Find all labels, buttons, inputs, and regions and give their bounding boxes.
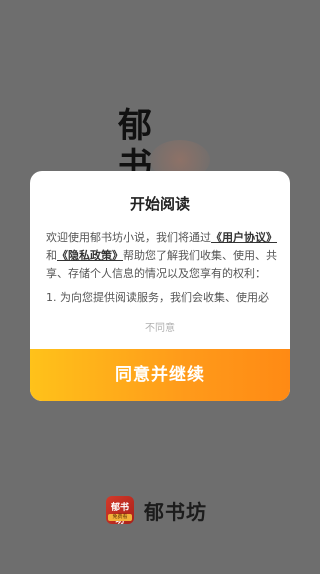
dialog-title: 开始阅读 — [129, 195, 190, 213]
intro-and: 和 — [46, 249, 57, 262]
brand-name: 郁书坊 — [144, 499, 207, 524]
screen: 郁书坊 开始阅读 欢迎使用郁书坊小说，我们将通过《用户协议》和《隐私政策》帮助您… — [0, 0, 320, 574]
dialog-intro: 欢迎使用郁书坊小说，我们将通过《用户协议》和《隐私政策》帮助您了解我们收集、使用… — [46, 229, 278, 283]
user-agreement-link[interactable]: 《用户协议》 — [211, 231, 277, 244]
privacy-dialog: 开始阅读 欢迎使用郁书坊小说，我们将通过《用户协议》和《隐私政策》帮助您了解我们… — [30, 171, 290, 401]
intro-prefix: 欢迎使用郁书坊小说，我们将通过 — [46, 231, 211, 244]
brand-logo: 郁书坊 免费看 — [106, 496, 134, 524]
dialog-body: 欢迎使用郁书坊小说，我们将通过《用户协议》和《隐私政策》帮助您了解我们收集、使用… — [46, 229, 278, 333]
privacy-policy-link[interactable]: 《隐私政策》 — [57, 249, 123, 262]
disagree-button[interactable]: 不同意 — [30, 319, 290, 334]
dialog-item-1: 1. 为向您提供阅读服务，我们会收集、使用必 — [46, 291, 269, 304]
brand: 郁书坊 免费看 郁书坊 — [106, 494, 207, 526]
brand-logo-subtext: 免费看 — [108, 514, 132, 521]
agree-continue-button[interactable]: 同意并继续 — [30, 349, 290, 401]
